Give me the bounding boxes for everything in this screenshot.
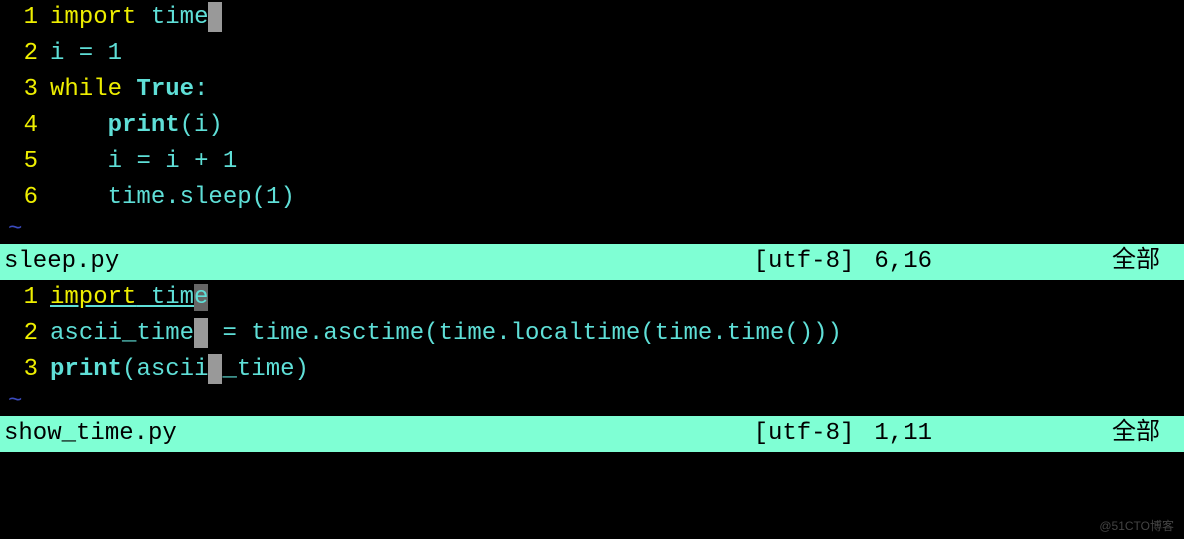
code-line[interactable]: 3print(ascii_time): [0, 352, 1184, 388]
line-number: 2: [0, 36, 50, 72]
status-encoding: [utf-8]: [754, 244, 855, 280]
code-content: print(i): [50, 108, 223, 144]
editor-pane-top[interactable]: 1import time2i = 13while True:4 print(i)…: [0, 0, 1184, 244]
code-content: import time: [50, 280, 208, 316]
line-number: 1: [0, 280, 50, 316]
status-filename: show_time.py: [4, 416, 284, 452]
status-position: 1,11: [874, 416, 932, 452]
code-content: ascii_time = time.asctime(time.localtime…: [50, 316, 842, 352]
status-bar-top: sleep.py [utf-8] 6,16 全部: [0, 244, 1184, 280]
code-content: i = 1: [50, 36, 122, 72]
code-line[interactable]: 5 i = i + 1: [0, 144, 1184, 180]
line-number: 6: [0, 180, 50, 216]
line-number: 3: [0, 72, 50, 108]
cursor-icon: [208, 354, 222, 384]
code-content: i = i + 1: [50, 144, 237, 180]
line-number: 5: [0, 144, 50, 180]
editor-pane-bottom[interactable]: 1import time2ascii_time = time.asctime(t…: [0, 280, 1184, 416]
line-number: 2: [0, 316, 50, 352]
status-scroll: 全部: [1112, 416, 1160, 452]
status-encoding: [utf-8]: [754, 416, 855, 452]
status-filename: sleep.py: [4, 244, 284, 280]
code-content: while True:: [50, 72, 208, 108]
cursor-icon: [208, 2, 222, 32]
code-line[interactable]: 4 print(i): [0, 108, 1184, 144]
code-line[interactable]: 1import time: [0, 0, 1184, 36]
line-number: 3: [0, 352, 50, 388]
vim-tilde: ~: [0, 216, 1184, 244]
code-content: print(ascii_time): [50, 352, 309, 388]
cursor-icon: [194, 318, 208, 348]
code-line[interactable]: 2ascii_time = time.asctime(time.localtim…: [0, 316, 1184, 352]
code-line[interactable]: 6 time.sleep(1): [0, 180, 1184, 216]
status-position: 6,16: [874, 244, 932, 280]
code-content: import time: [50, 0, 222, 36]
line-number: 4: [0, 108, 50, 144]
vim-tilde: ~: [0, 388, 1184, 416]
code-line[interactable]: 2i = 1: [0, 36, 1184, 72]
code-line[interactable]: 1import time: [0, 280, 1184, 316]
code-content: time.sleep(1): [50, 180, 295, 216]
watermark: @51CTO博客: [1099, 517, 1174, 535]
line-number: 1: [0, 0, 50, 36]
code-line[interactable]: 3while True:: [0, 72, 1184, 108]
status-scroll: 全部: [1112, 244, 1160, 280]
status-bar-bottom: show_time.py [utf-8] 1,11 全部: [0, 416, 1184, 452]
